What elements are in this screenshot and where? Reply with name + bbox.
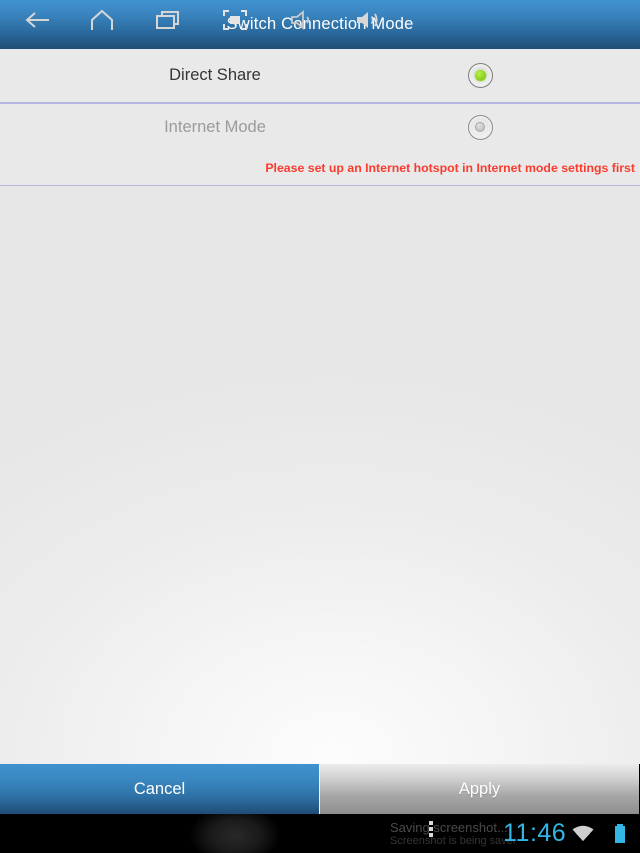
dialog-button-bar: Cancel Apply [0,764,640,814]
notification-title: Saving screenshot... [390,820,508,835]
connection-mode-list: Direct Share Internet Mode Please set up… [0,49,640,186]
option-label-internet-mode: Internet Mode [164,117,266,136]
volume-down-icon[interactable] [282,0,322,39]
device-screen: Switch Connection Mode Direct Share Inte… [0,0,640,853]
notification-toast: Saving screenshot... Screenshot is being… [390,816,515,852]
notification-subtitle: Screenshot is being saved. [390,835,515,847]
option-label-direct-share: Direct Share [169,66,261,84]
volume-up-icon[interactable] [348,0,388,39]
more-vertical-icon[interactable] [429,821,433,837]
radio-wrap-direct-share[interactable] [430,63,530,88]
warning-message: Please set up an Internet hotspot in Int… [265,160,635,175]
list-divider-2 [0,184,640,186]
radio-selected-icon[interactable] [467,63,493,88]
screenshot-icon[interactable] [213,0,257,39]
apply-button[interactable]: Apply [320,764,639,814]
warning-row: Please set up an Internet hotspot in Int… [0,150,640,185]
wifi-icon [570,814,596,853]
battery-full-icon [612,814,628,853]
radio-wrap-internet-mode[interactable] [430,114,530,140]
radio-unselected-icon[interactable] [467,114,493,140]
option-row-direct-share[interactable]: Direct Share [0,49,640,102]
home-icon[interactable] [80,0,124,39]
dialog-surface: Direct Share Internet Mode Please set up… [0,49,640,764]
status-clock: 11:46 [503,819,567,847]
option-row-internet-mode[interactable]: Internet Mode [0,103,640,151]
recents-icon[interactable] [146,0,190,39]
cancel-button[interactable]: Cancel [0,764,320,814]
back-icon[interactable] [16,0,60,39]
